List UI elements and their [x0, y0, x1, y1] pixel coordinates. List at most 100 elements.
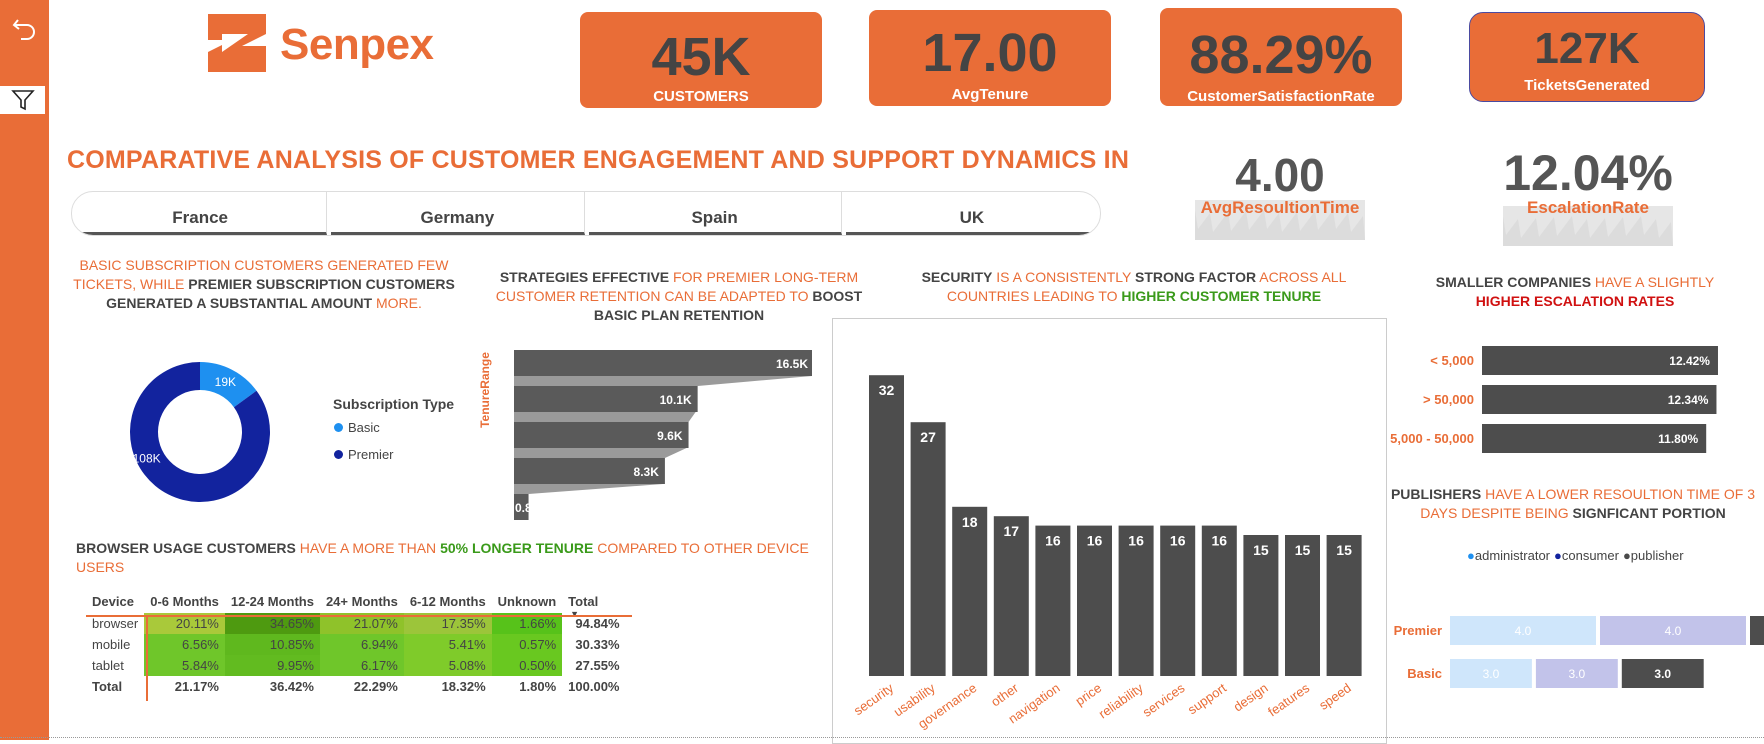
company-escalation-bar-chart: < 5,000 12.42% > 50,000 12.34% 5,000 - 50,00… [1390, 346, 1718, 453]
bar-data-label: 15 [1253, 542, 1269, 558]
kpi-customers: 45K CUSTOMERS [580, 12, 822, 108]
bar-data-label: 16 [1045, 533, 1061, 549]
filter-icon[interactable] [0, 86, 45, 114]
insight-browser: BROWSER USAGE CUSTOMERS HAVE A MORE THAN… [76, 539, 816, 577]
kpi-label: AvgTenure [951, 86, 1029, 103]
bar-security[interactable] [869, 375, 904, 676]
total-cell: 1.80% [519, 679, 557, 694]
table-cell: 5.41% [403, 634, 492, 655]
funnel-connector [514, 448, 687, 458]
table-row[interactable]: mobile 6.56% 10.85% 6.94% 5.41% 0.57% 30.33% [86, 634, 626, 655]
legend-label: administrator [1474, 548, 1550, 563]
x-tick-label: support [1185, 680, 1229, 717]
table-cell: 6.17% [319, 655, 404, 676]
tab-spain[interactable]: Spain [588, 192, 842, 235]
device-tenure-matrix: Device 0-6 Months 12-24 Months 24+ Month… [86, 589, 626, 697]
row-total: 30.33% [575, 637, 620, 652]
matrix-row-header-rule [146, 615, 148, 701]
bar-data-label: 11.80% [1658, 432, 1698, 446]
segment-data-label: 3.0 [1654, 667, 1671, 681]
insight-bold: SMALLER COMPANIES [1435, 274, 1592, 290]
matrix-header[interactable]: Unknown [492, 589, 563, 613]
legend-dot [334, 450, 343, 459]
page-title: COMPARATIVE ANALYSIS OF CUSTOMER ENGAGEM… [67, 146, 1130, 174]
funnel-connector [514, 376, 812, 386]
matrix-header-total[interactable]: Total ▼ [562, 589, 625, 620]
logo-text: Senpex [280, 20, 434, 69]
insight-bold: SECURITY [921, 269, 993, 285]
kpi-label: CustomerSatisfactionRate [1187, 88, 1375, 105]
matrix-header-row: Device 0-6 Months 12-24 Months 24+ Month… [86, 589, 626, 620]
funnel-data-label: 0.8K [515, 501, 541, 515]
x-tick-label: reliability [1096, 680, 1146, 722]
insight-bold: STRONG FACTOR [1135, 269, 1257, 285]
matrix-header[interactable]: 12-24 Months [225, 589, 320, 613]
funnel-connector [514, 412, 696, 422]
resolution-legend: ●administrator ●consumer ●publisher [1467, 548, 1684, 563]
subscription-donut-chart: 19K 108K [130, 362, 270, 502]
kpi-label: EscalationRate [1527, 198, 1649, 217]
total-cell: 18.32% [441, 679, 486, 694]
insight-bold: SIGNFICANT PORTION [1572, 505, 1726, 521]
x-tick-label: features [1265, 680, 1312, 720]
bar-data-label: 16 [1212, 533, 1228, 549]
matrix-header[interactable]: 6-12 Months [404, 589, 492, 613]
insight-companies: SMALLER COMPANIES HAVE A SLIGHTLY HIGHER… [1410, 273, 1740, 311]
funnel-connector [514, 484, 663, 494]
segment-data-label: 3.0 [1569, 667, 1586, 681]
undo-icon[interactable] [0, 14, 49, 44]
insight-publishers: PUBLISHERS HAVE A LOWER RESOULTION TIME … [1382, 485, 1764, 523]
tenure-funnel-chart: 16.5K 10.1K 9.6K 8.3K 0.8K [514, 350, 812, 520]
insight-text: IS A CONSISTENTLY [992, 269, 1136, 285]
insight-text: HAVE A MORE THAN [295, 540, 441, 556]
table-cell: 0.50% [491, 655, 563, 676]
tab-germany[interactable]: Germany [331, 192, 585, 235]
insight-subscription: BASIC SUBSCRIPTION CUSTOMERS GENERATED F… [66, 256, 462, 313]
page-bottom-divider [0, 737, 1764, 738]
bar-other[interactable] [993, 516, 1029, 676]
bar-data-label: 15 [1336, 542, 1352, 558]
logo-mark-icon [208, 14, 266, 72]
tab-uk[interactable]: UK [845, 192, 1098, 235]
x-tick-label: security [851, 680, 897, 718]
funnel-data-label: 8.3K [634, 465, 660, 479]
tab-france[interactable]: France [74, 192, 328, 235]
bar-data-label: 17 [1004, 523, 1020, 539]
insight-text: HAVE A SLIGHTLY [1591, 274, 1715, 290]
insight-green: 50% LONGER TENURE [440, 540, 594, 556]
table-cell: 6.94% [319, 634, 404, 655]
legend-item-publisher: ●publisher [1622, 548, 1684, 563]
row-label: Premier [1394, 623, 1442, 638]
kpi-label: CUSTOMERS [653, 88, 749, 105]
insight-green: HIGHER CUSTOMER TENURE [1121, 288, 1322, 304]
kpi-escalation-rate: 12.04% EscalationRate [1503, 148, 1673, 246]
kpi-value: 4.00 [1235, 149, 1325, 201]
donut-legend-title: Subscription Type [333, 396, 455, 412]
bar-data-label: 15 [1295, 542, 1311, 558]
segment-publisher[interactable] [1750, 616, 1764, 645]
bar-usability[interactable] [910, 422, 946, 676]
kpi-value: 17.00 [922, 23, 1058, 83]
category-label: < 5,000 [1430, 353, 1474, 368]
total-cell: 100.00% [568, 679, 620, 694]
funnel-axis-label: TenureRange [478, 352, 492, 428]
matrix-header-label: Total [568, 593, 599, 609]
senpex-logo: Senpex [202, 12, 442, 76]
bar-data-label: 12.42% [1669, 354, 1710, 368]
insight-strategies: STRATEGIES EFFECTIVE FOR PREMIER LONG-TE… [476, 268, 882, 325]
bar-governance[interactable] [952, 506, 988, 676]
legend-dot [334, 423, 343, 432]
matrix-header[interactable]: 24+ Months [320, 589, 404, 613]
table-row[interactable]: tablet 5.84% 9.95% 6.17% 5.08% 0.50% 27.55% [86, 655, 626, 676]
matrix-header[interactable]: Device [86, 589, 144, 613]
matrix-header[interactable]: 0-6 Months [144, 589, 225, 613]
funnel-bar[interactable] [514, 350, 812, 376]
insight-bold: STRATEGIES EFFECTIVE [499, 269, 670, 285]
kpi-tickets: 127K TicketsGenerated [1469, 12, 1705, 102]
x-tick-label: speed [1316, 680, 1354, 713]
funnel-data-label: 10.1K [660, 393, 692, 407]
x-tick-label: services [1140, 680, 1188, 720]
total-row: Total 21.17% 36.42% 22.29% 18.32% 1.80% 100.00… [86, 676, 626, 697]
legend-label: consumer [1561, 548, 1619, 563]
donut-data-label: 19K [215, 375, 236, 389]
